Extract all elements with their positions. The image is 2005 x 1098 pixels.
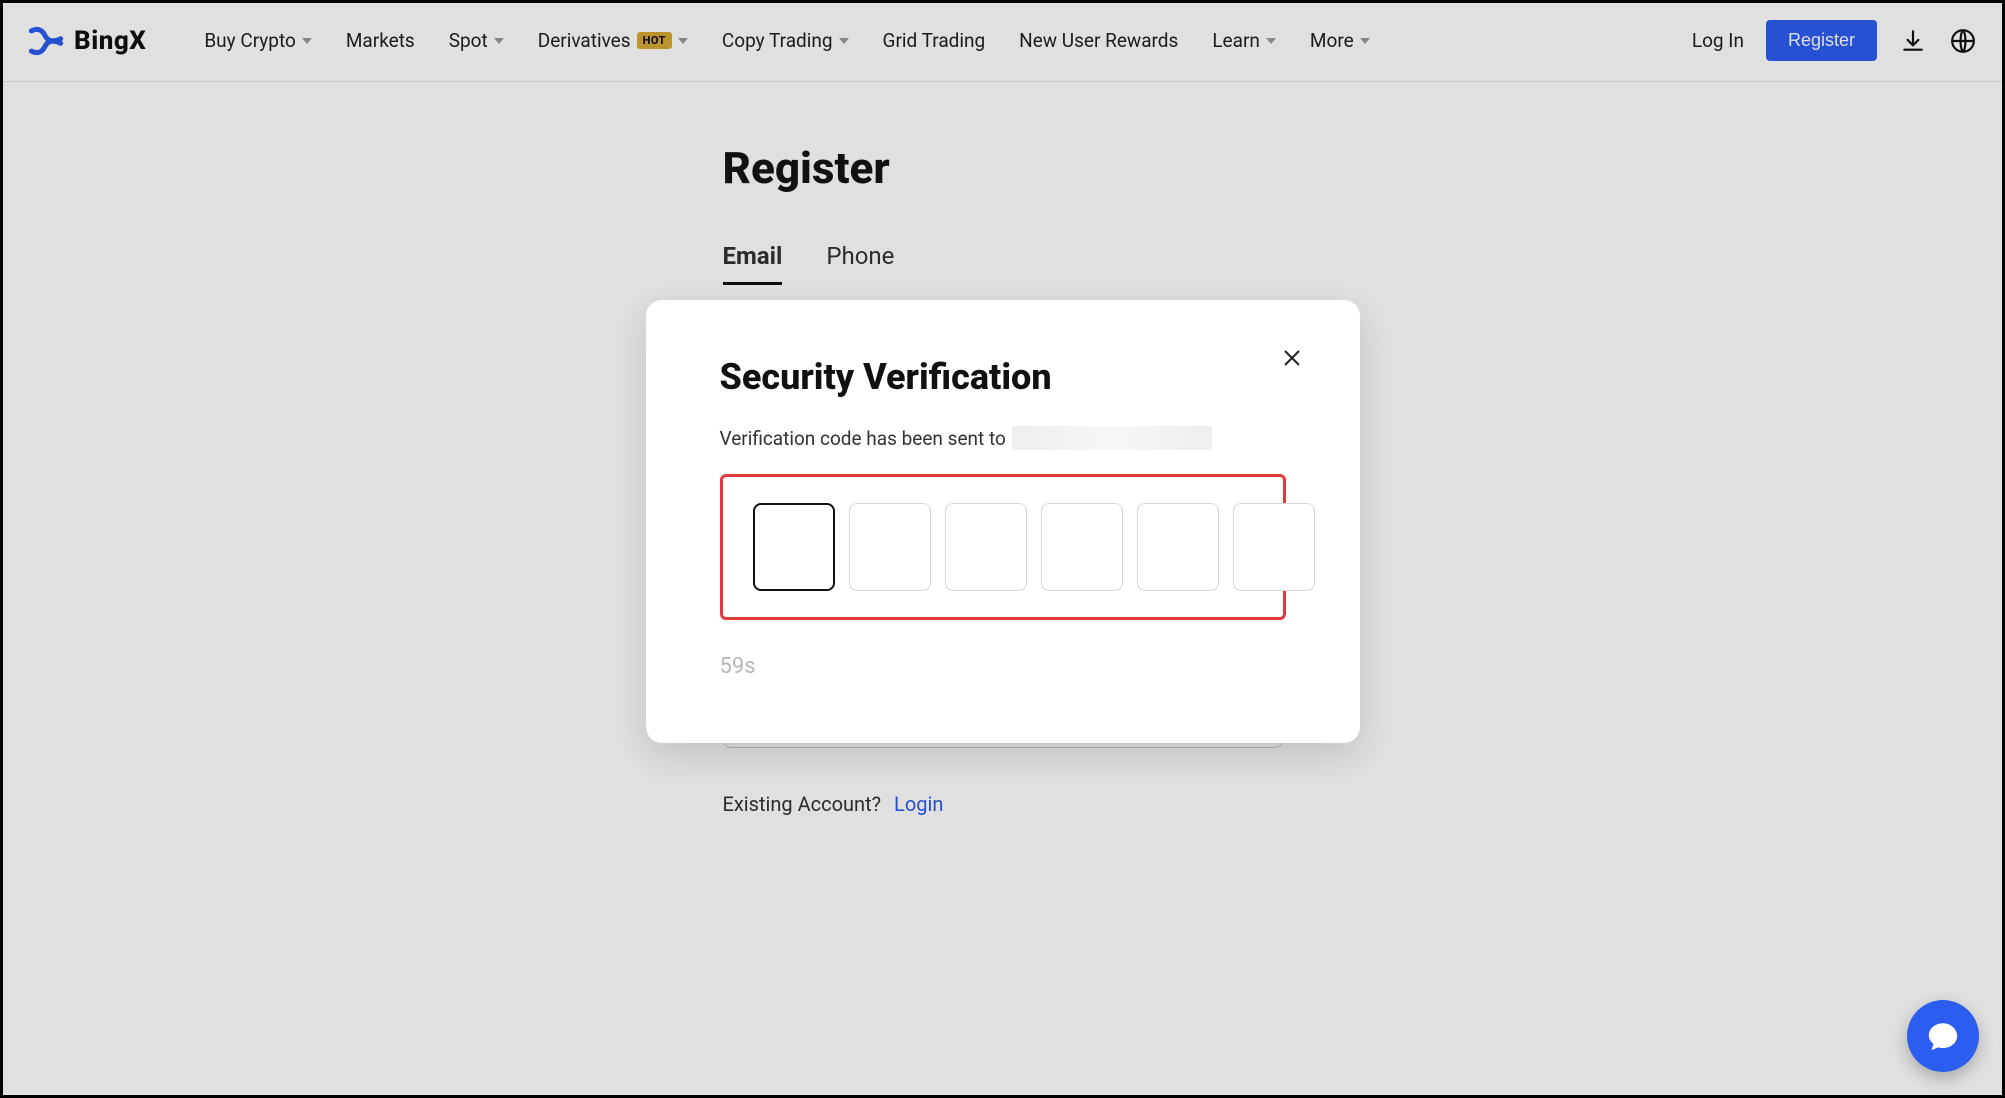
brand-logo-icon	[28, 23, 64, 59]
nav-derivatives[interactable]: Derivatives HOT	[538, 29, 688, 52]
nav-items: Buy Crypto Markets Spot Derivatives HOT …	[204, 29, 1369, 52]
chevron-down-icon	[839, 38, 849, 44]
chevron-down-icon	[494, 38, 504, 44]
verification-code-frame	[720, 474, 1286, 620]
brand-name: BingX	[74, 26, 146, 56]
login-link-inline[interactable]: Login	[894, 792, 943, 816]
sent-to-label: Verification code has been sent to	[720, 427, 1006, 450]
sent-to-row: Verification code has been sent to	[720, 426, 1286, 450]
chat-icon	[1926, 1019, 1960, 1053]
chat-fab[interactable]	[1907, 1000, 1979, 1072]
nav-markets[interactable]: Markets	[346, 29, 415, 52]
register-button[interactable]: Register	[1766, 20, 1877, 61]
page-title: Register	[723, 142, 1283, 194]
nav-spot[interactable]: Spot	[449, 29, 504, 52]
top-navbar: BingX Buy Crypto Markets Spot Derivative…	[0, 0, 2005, 82]
globe-icon[interactable]	[1949, 27, 1977, 55]
nav-copy-trading[interactable]: Copy Trading	[722, 29, 849, 52]
nav-more[interactable]: More	[1310, 29, 1370, 52]
nav-right: Log In Register	[1692, 20, 1977, 61]
sent-to-target-redacted	[1012, 426, 1212, 450]
code-digit-3[interactable]	[945, 503, 1027, 591]
register-tabs: Email Phone	[723, 242, 1283, 285]
chevron-down-icon	[1266, 38, 1276, 44]
tab-phone[interactable]: Phone	[826, 242, 894, 285]
nav-buy-crypto[interactable]: Buy Crypto	[204, 29, 312, 52]
code-digit-4[interactable]	[1041, 503, 1123, 591]
existing-account-label: Existing Account?	[723, 792, 882, 816]
download-icon[interactable]	[1899, 27, 1927, 55]
hot-badge: HOT	[637, 32, 672, 49]
modal-title: Security Verification	[720, 356, 1286, 398]
code-digit-1[interactable]	[753, 503, 835, 591]
resend-countdown: 59s	[720, 654, 1286, 679]
nav-grid-trading[interactable]: Grid Trading	[883, 29, 986, 52]
tab-email[interactable]: Email	[723, 242, 783, 285]
code-digit-6[interactable]	[1233, 503, 1315, 591]
nav-new-user-rewards[interactable]: New User Rewards	[1019, 29, 1178, 52]
existing-account-row: Existing Account? Login	[723, 792, 1283, 816]
code-digit-5[interactable]	[1137, 503, 1219, 591]
code-digit-2[interactable]	[849, 503, 931, 591]
chevron-down-icon	[678, 38, 688, 44]
nav-learn[interactable]: Learn	[1212, 29, 1276, 52]
chevron-down-icon	[1360, 38, 1370, 44]
brand-logo[interactable]: BingX	[28, 23, 146, 59]
chevron-down-icon	[302, 38, 312, 44]
login-link[interactable]: Log In	[1692, 29, 1744, 52]
close-icon[interactable]	[1280, 346, 1304, 370]
security-verification-modal: Security Verification Verification code …	[646, 300, 1360, 743]
